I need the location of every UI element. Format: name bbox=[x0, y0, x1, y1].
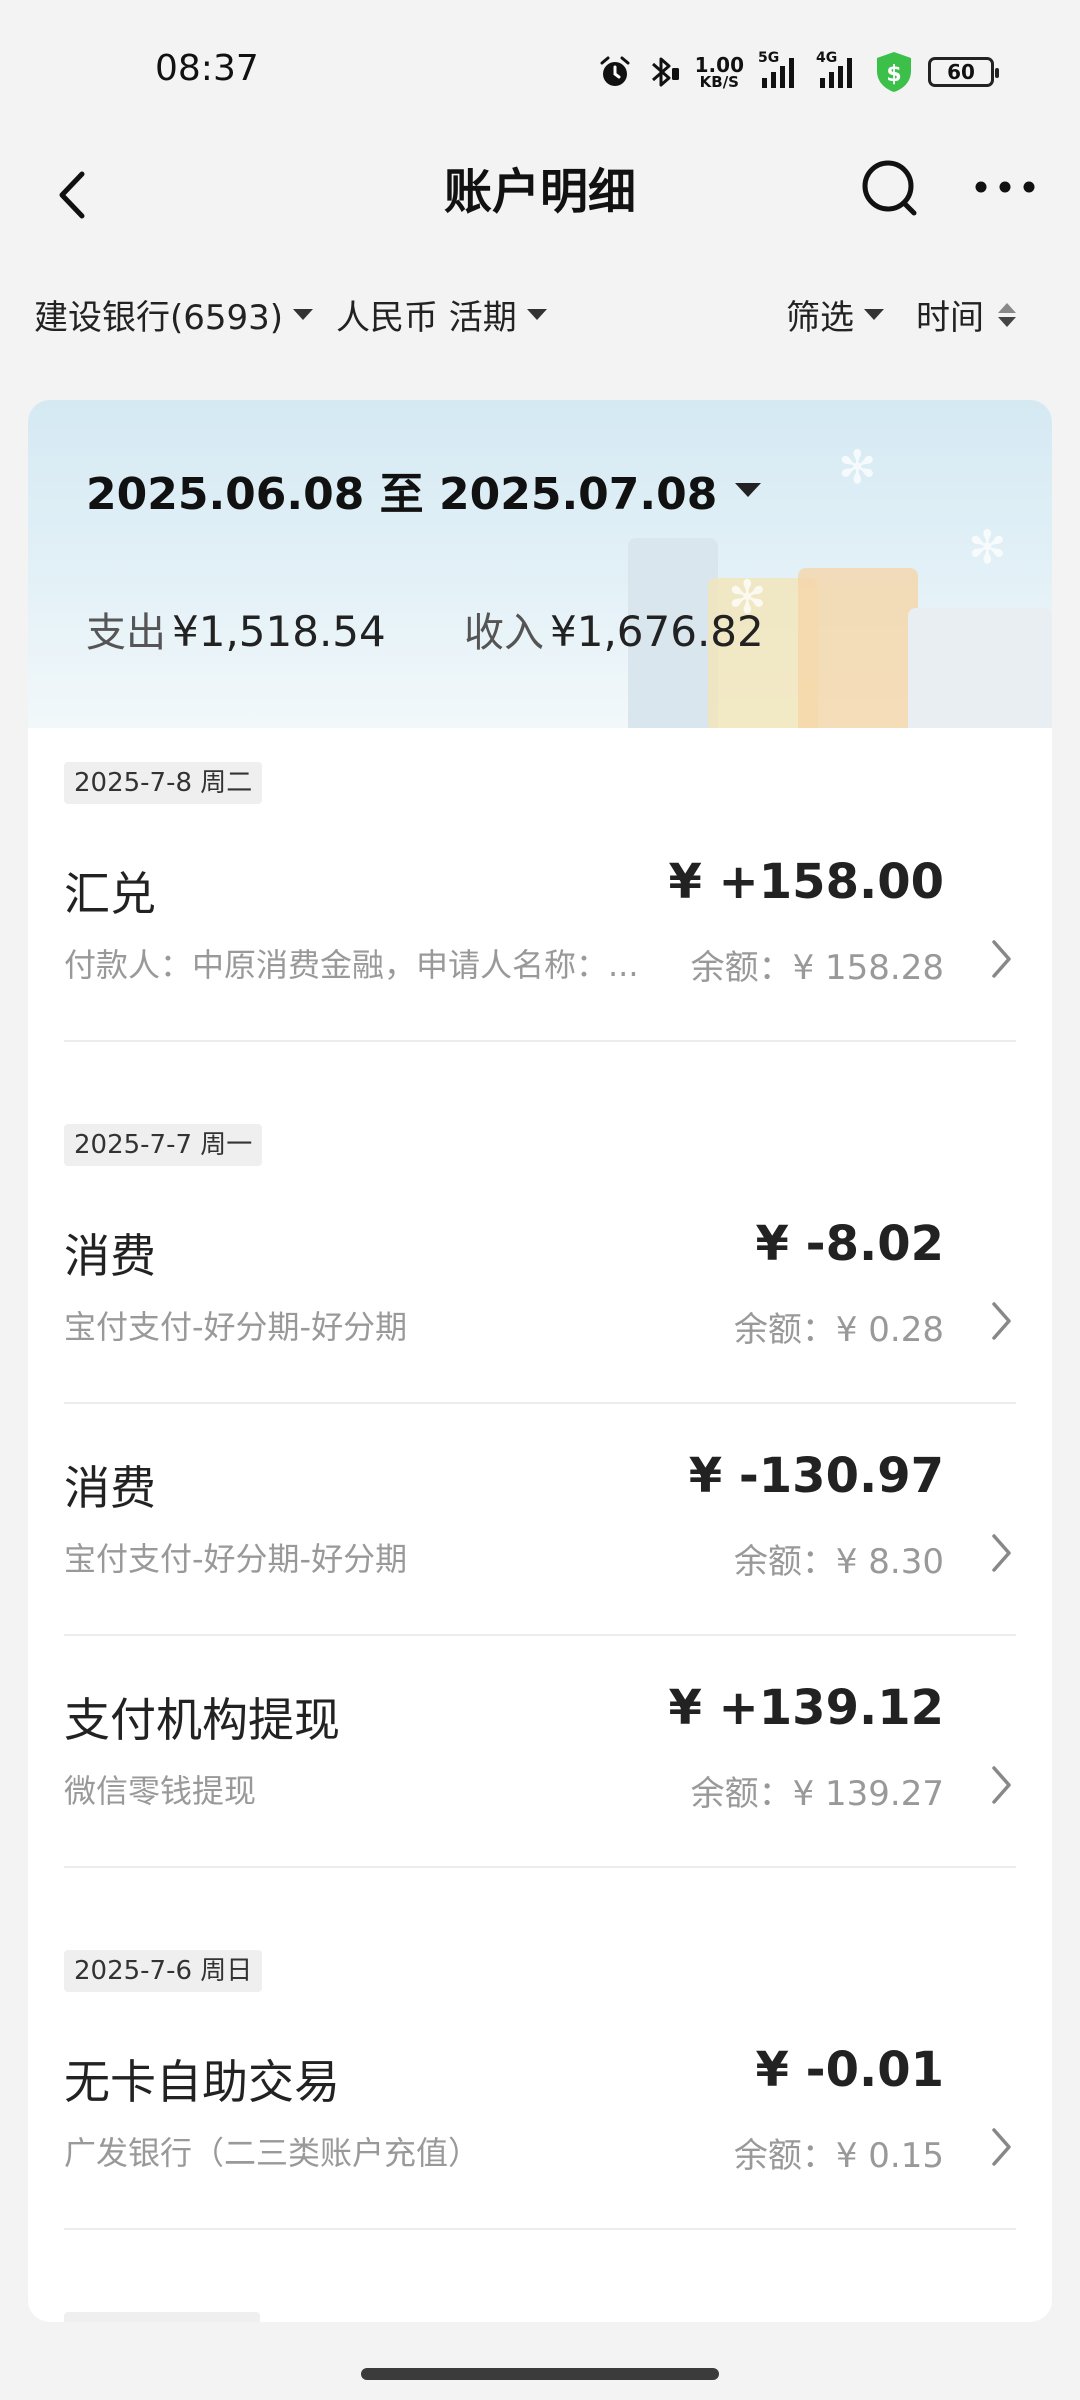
transaction-desc: 宝付支付-好分期-好分期 bbox=[64, 1308, 408, 1346]
transaction-type: 汇兑 bbox=[64, 867, 156, 921]
transaction-amount: ¥ +158.00 bbox=[668, 854, 944, 910]
speed-value: 1.00 bbox=[694, 52, 744, 77]
transaction-row[interactable]: 无卡自助交易 ¥ -0.01 广发银行（二三类账户充值） 余额：¥ 0.15 bbox=[64, 2026, 1016, 2206]
transaction-balance: 余额：¥ 158.28 bbox=[690, 948, 944, 988]
battery-level: 60 bbox=[947, 60, 975, 84]
chevron-right-icon bbox=[986, 1530, 1016, 1576]
transaction-row[interactable]: 消费 ¥ -8.02 宝付支付-好分期-好分期 余额：¥ 0.28 bbox=[64, 1200, 1016, 1380]
transaction-amount: ¥ -0.01 bbox=[755, 2042, 944, 2098]
summary-banner: ✻ ✻ ✻ 2025.06.08 至 2025.07.08 支出 ¥1,518.5… bbox=[28, 400, 1052, 728]
chevron-right-icon bbox=[986, 1298, 1016, 1344]
transaction-amount: ¥ -130.97 bbox=[688, 1448, 944, 1504]
expense-value: ¥1,518.54 bbox=[172, 607, 386, 656]
snowflake-decoration: ✻ bbox=[968, 520, 1007, 574]
income-value: ¥1,676.82 bbox=[550, 607, 764, 656]
currency-label: 人民币 活期 bbox=[336, 298, 517, 338]
chevron-right-icon bbox=[986, 1762, 1016, 1808]
transaction-row[interactable]: 消费 ¥ -130.97 宝付支付-好分期-好分期 余额：¥ 8.30 bbox=[64, 1432, 1016, 1612]
search-icon[interactable] bbox=[858, 152, 922, 222]
transaction-type: 无卡自助交易 bbox=[64, 2055, 340, 2109]
more-icon[interactable] bbox=[970, 170, 1040, 204]
sort-label: 时间 bbox=[916, 298, 984, 338]
sort-time-button[interactable]: 时间 bbox=[916, 290, 1016, 339]
date-header: 2025-7-7 周一 bbox=[64, 1124, 263, 1166]
bluetooth-icon bbox=[647, 54, 681, 90]
divider bbox=[64, 1634, 1016, 1636]
signal-5g-label: 5G bbox=[758, 50, 780, 66]
svg-text:$: $ bbox=[886, 62, 901, 87]
income-label: 收入 bbox=[464, 610, 544, 656]
speed-unit: KB/S bbox=[699, 72, 739, 91]
alarm-icon bbox=[597, 54, 633, 90]
home-indicator[interactable] bbox=[361, 2368, 719, 2380]
battery-icon: 60 bbox=[928, 57, 999, 87]
chevron-down-icon bbox=[526, 309, 547, 320]
status-time: 08:37 bbox=[155, 48, 259, 89]
network-speed: 1.00 KB/S bbox=[695, 55, 744, 90]
security-shield-icon: $ bbox=[874, 50, 914, 94]
transaction-desc: 宝付支付-好分期-好分期 bbox=[64, 1540, 408, 1578]
account-label: 建设银行(6593) bbox=[34, 298, 284, 338]
chevron-down-icon bbox=[293, 309, 314, 320]
date-header: 2025-7-6 周日 bbox=[64, 1950, 263, 1992]
date-range-selector[interactable]: 2025.06.08 至 2025.07.08 bbox=[86, 458, 762, 522]
status-icons: 1.00 KB/S 5G 4G $ 60 bbox=[597, 50, 999, 94]
transaction-amount: ¥ -8.02 bbox=[755, 1216, 944, 1272]
divider bbox=[64, 1402, 1016, 1404]
transaction-type: 支付机构提现 bbox=[64, 1693, 340, 1747]
income-summary: 收入 ¥1,676.82 bbox=[464, 600, 764, 658]
transaction-balance: 余额：¥ 8.30 bbox=[733, 1542, 944, 1582]
divider bbox=[64, 1040, 1016, 1042]
signal-5g-icon: 5G bbox=[758, 50, 802, 90]
transaction-row[interactable]: 支付机构提现 ¥ +139.12 微信零钱提现 余额：¥ 139.27 bbox=[64, 1664, 1016, 1844]
account-selector[interactable]: 建设银行(6593) bbox=[34, 290, 314, 339]
top-nav: 账户明细 bbox=[0, 140, 1080, 270]
sort-icon bbox=[998, 302, 1016, 327]
transaction-desc: 广发银行（二三类账户充值） bbox=[64, 2134, 481, 2172]
expense-summary: 支出 ¥1,518.54 bbox=[86, 600, 386, 658]
chevron-right-icon bbox=[986, 936, 1016, 982]
expense-label: 支出 bbox=[86, 610, 166, 656]
transaction-desc: 微信零钱提现 bbox=[64, 1772, 257, 1810]
transaction-amount: ¥ +139.12 bbox=[668, 1680, 944, 1736]
status-bar: 08:37 1.00 KB/S 5G 4G $ 60 bbox=[0, 0, 1080, 140]
divider bbox=[64, 1866, 1016, 1868]
chevron-right-icon bbox=[986, 2124, 1016, 2170]
transaction-row[interactable]: 汇兑 ¥ +158.00 付款人：中原消费金融，申请人名称：... 余额：¥ 1… bbox=[64, 838, 1016, 1018]
transaction-balance: 余额：¥ 0.15 bbox=[733, 2136, 944, 2176]
snowflake-decoration: ✻ bbox=[838, 440, 877, 494]
transaction-desc: 付款人：中原消费金融，申请人名称：... bbox=[64, 946, 639, 984]
transaction-type: 消费 bbox=[64, 1461, 156, 1515]
filter-button[interactable]: 筛选 bbox=[786, 290, 884, 339]
divider bbox=[64, 2228, 1016, 2230]
transaction-balance: 余额：¥ 0.28 bbox=[733, 1310, 944, 1350]
chevron-down-icon bbox=[735, 483, 762, 497]
filter-bar: 建设银行(6593) 人民币 活期 筛选 时间 bbox=[0, 270, 1080, 360]
transaction-card: ✻ ✻ ✻ 2025.06.08 至 2025.07.08 支出 ¥1,518.5… bbox=[28, 400, 1052, 2322]
currency-selector[interactable]: 人民币 活期 bbox=[336, 290, 547, 339]
transaction-type: 消费 bbox=[64, 1229, 156, 1283]
date-header: 2025-7-8 周二 bbox=[64, 762, 263, 804]
date-range: 2025.06.08 至 2025.07.08 bbox=[86, 469, 718, 520]
signal-4g-icon: 4G bbox=[816, 50, 860, 90]
filter-label: 筛选 bbox=[786, 298, 854, 338]
signal-4g-label: 4G bbox=[816, 50, 838, 66]
chevron-down-icon bbox=[864, 309, 884, 320]
transaction-balance: 余额：¥ 139.27 bbox=[690, 1774, 944, 1814]
date-header-partial bbox=[64, 2312, 260, 2322]
